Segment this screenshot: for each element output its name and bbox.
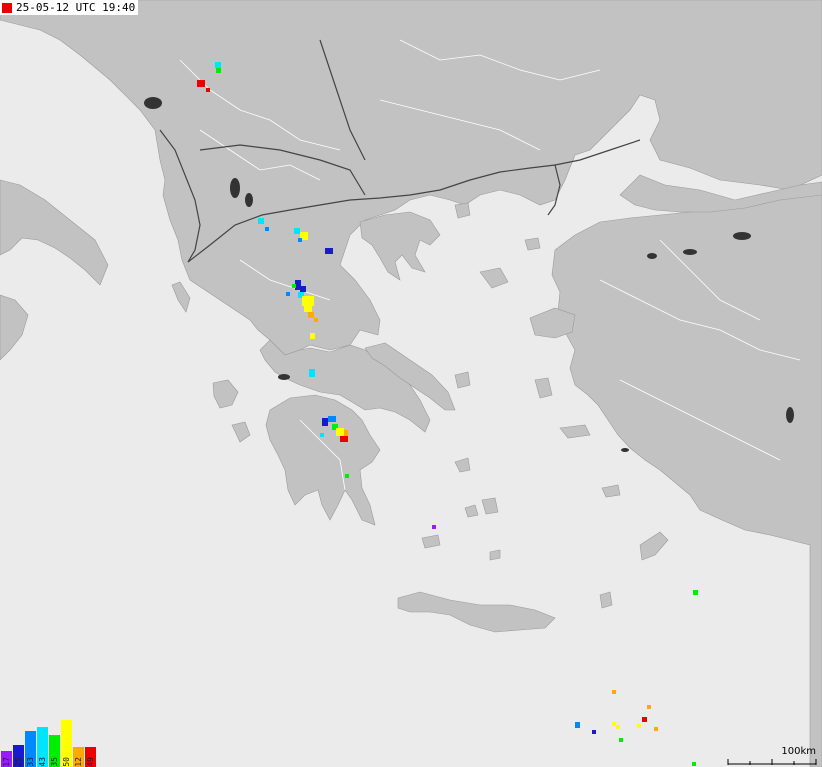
lake-iznik [733, 232, 751, 240]
strike [304, 306, 312, 312]
strike [302, 296, 314, 306]
strike [265, 227, 269, 231]
strike [322, 418, 328, 426]
legend-bar: 50 [61, 720, 72, 767]
strike [197, 80, 205, 87]
legend-bar: 17 [1, 751, 12, 767]
legend-bar: 12 [73, 747, 84, 767]
legend-label: 49 [86, 757, 95, 767]
strike [612, 690, 616, 694]
strike [320, 433, 324, 437]
lake-egirdir [786, 407, 794, 423]
strike [432, 525, 436, 529]
legend-bar: 49 [85, 747, 96, 767]
strike [206, 88, 210, 92]
strike [215, 62, 221, 68]
strike [308, 312, 314, 318]
legend-bar: 35 [49, 735, 60, 767]
strike [575, 722, 580, 728]
legend-label: 35 [50, 757, 59, 767]
strike [612, 722, 616, 726]
strike [616, 725, 620, 729]
strike [310, 333, 315, 339]
lake-bafa [621, 448, 629, 452]
legend-bar: 25 [13, 745, 24, 767]
cyclades-santorini [489, 549, 501, 561]
legend-bar: 43 [37, 727, 48, 767]
legend-label: 33 [26, 757, 35, 767]
samothrace [524, 237, 541, 251]
scale-label: 100km [781, 746, 816, 757]
legend-bar: 33 [25, 731, 36, 767]
strike [619, 738, 623, 742]
strike [692, 762, 696, 766]
strike [344, 430, 348, 436]
strike [637, 724, 641, 728]
lightning-map: 25-05-12 UTC 19:40 17 25 33 43 35 50 12 … [0, 0, 822, 767]
legend-label: 17 [2, 757, 11, 767]
legend-label: 12 [74, 757, 83, 767]
skyros [454, 371, 471, 389]
strike-age-legend: 17 25 33 43 35 50 12 49 [0, 719, 98, 767]
strike [642, 717, 647, 722]
legend-label: 25 [14, 757, 23, 767]
strike [336, 428, 344, 436]
lake-shkoder [144, 97, 162, 109]
strike [325, 248, 333, 254]
scale-bar: 100km [726, 745, 818, 767]
strike [592, 730, 596, 734]
lake-ohrid [230, 178, 240, 198]
timestamp-box: 25-05-12 UTC 19:40 [0, 0, 139, 15]
karpathos [599, 591, 613, 609]
strike [340, 436, 348, 442]
legend-label: 43 [38, 757, 47, 767]
lake-prespa [245, 193, 253, 207]
strike [300, 286, 306, 292]
timestamp-label: 25-05-12 UTC 19:40 [16, 1, 136, 14]
map-canvas [0, 0, 822, 767]
strike [647, 705, 651, 709]
strike [216, 68, 221, 73]
lake-uluabat [683, 249, 697, 255]
lake-trichonida [278, 374, 290, 380]
legend-label: 50 [62, 757, 71, 767]
timestamp-marker-icon [2, 2, 12, 13]
strike [258, 218, 264, 224]
strike [328, 416, 336, 422]
strike [314, 318, 318, 322]
strike [654, 727, 658, 731]
strike [294, 228, 300, 234]
strike [298, 238, 302, 242]
strike [292, 284, 296, 288]
thasos [454, 202, 471, 219]
strike [693, 590, 698, 595]
strike [309, 369, 315, 377]
strike [345, 474, 349, 478]
strike [286, 292, 290, 296]
lake-manyas [647, 253, 657, 259]
